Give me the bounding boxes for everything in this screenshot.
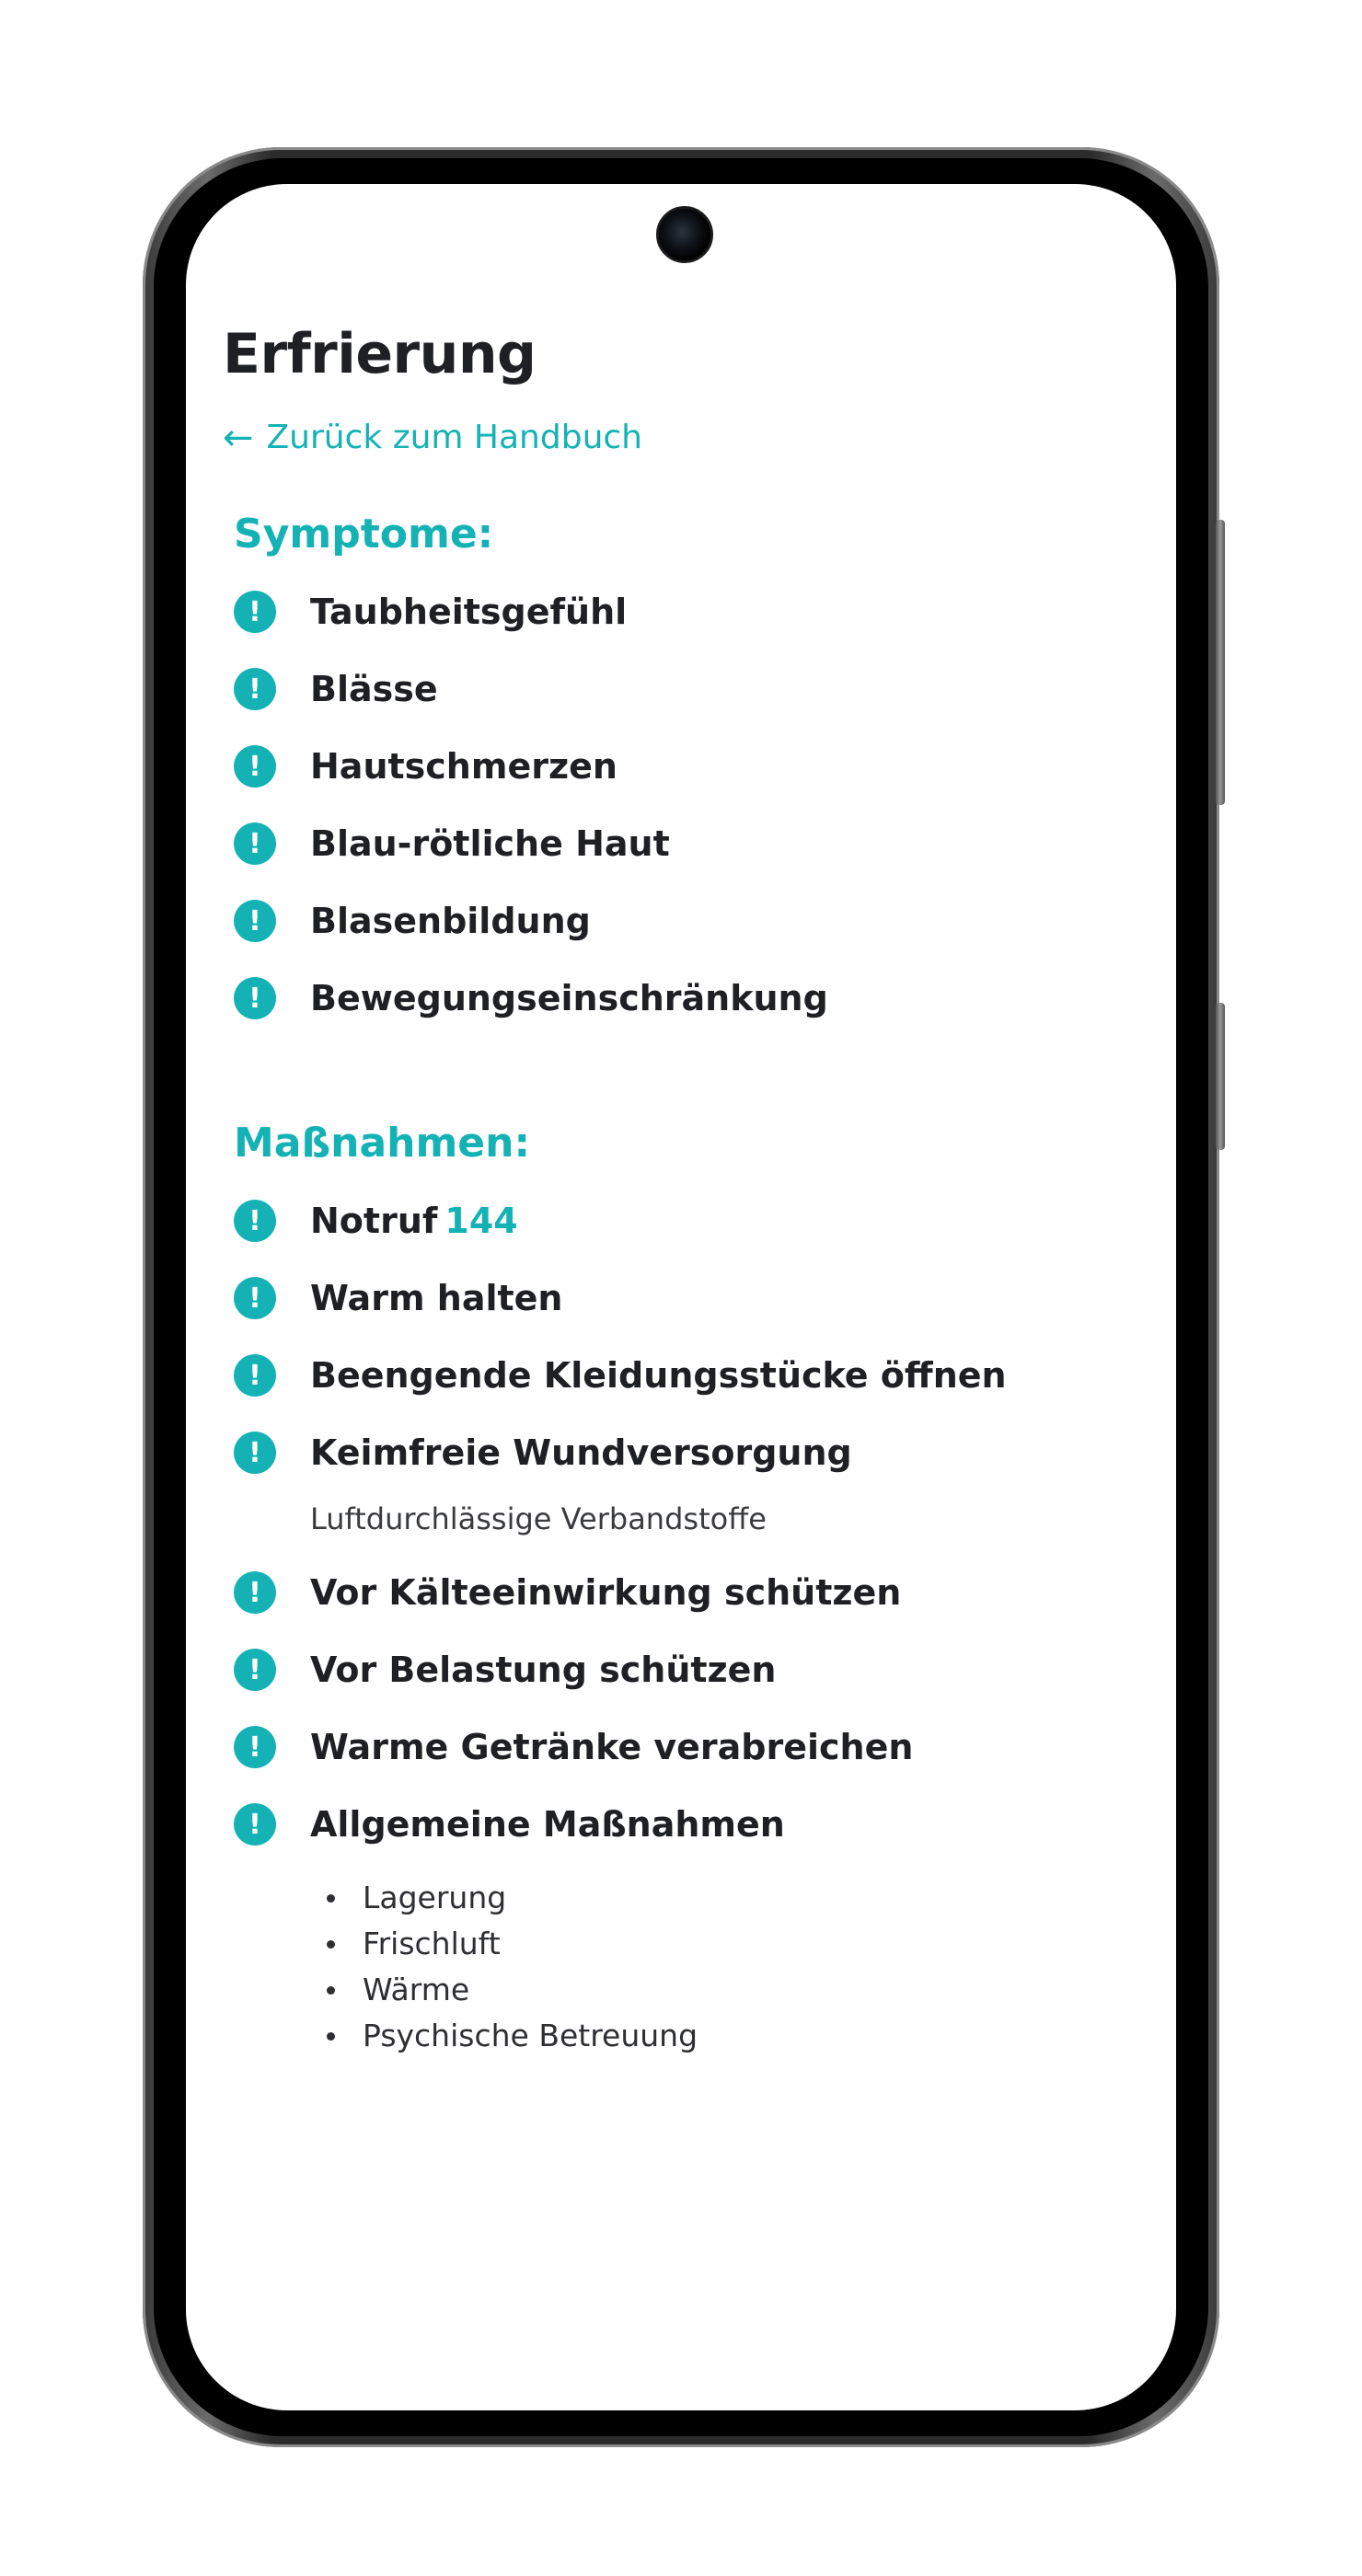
exclamation-circle-icon: ! [234,1432,276,1474]
measure-label: Vor Belastung schützen [310,1650,777,1690]
symptom-label: Blau-rötliche Haut [310,823,670,864]
measure-item: ! Warm halten [234,1271,562,1326]
symptom-item: ! Blässe [234,661,438,717]
measure-label: Beengende Kleidungsstücke öffnen [310,1355,1007,1396]
measure-note: Luftdurchlässige Verbandstoffe [310,1501,767,1536]
symptom-item: ! Blasenbildung [234,893,591,949]
back-to-handbook-link[interactable]: ← Zurück zum Handbuch [223,419,642,456]
exclamation-circle-icon: ! [234,745,276,788]
measure-label: Warme Getränke verabreichen [310,1727,914,1767]
exclamation-circle-icon: ! [234,1803,276,1846]
measure-label: Vor Kälteeinwirkung schützen [310,1572,902,1613]
list-item: Psychische Betreuung [310,2013,698,2059]
measure-item: ! Vor Kälteeinwirkung schützen [234,1565,901,1620]
exclamation-circle-icon: ! [234,668,276,710]
exclamation-circle-icon: ! [234,591,276,633]
arrow-left-icon: ← [223,416,254,459]
symptoms-heading: Symptome: [234,511,494,558]
symptom-item: ! Taubheitsgefühl [234,584,627,639]
measure-item: ! Warme Getränke verabreichen [234,1719,913,1775]
symptom-label: Hautschmerzen [310,746,618,787]
measure-label: Warm halten [310,1278,563,1318]
app-screen: Erfrierung ← Zurück zum Handbuch Symptom… [186,184,1176,2410]
exclamation-circle-icon: ! [234,977,276,1019]
measure-label-text: Notruf [310,1201,438,1241]
exclamation-circle-icon: ! [234,822,276,865]
list-item: Frischluft [310,1921,698,1967]
list-item: Wärme [310,1967,698,2013]
list-item: Lagerung [310,1875,698,1921]
exclamation-circle-icon: ! [234,1571,276,1614]
measure-label: Allgemeine Maßnahmen [310,1804,785,1845]
volume-button [1216,520,1225,805]
exclamation-circle-icon: ! [234,1200,276,1242]
page-title: Erfrierung [223,322,537,386]
exclamation-circle-icon: ! [234,1354,276,1397]
exclamation-circle-icon: ! [234,1277,276,1319]
symptom-label: Blasenbildung [310,901,591,941]
exclamation-circle-icon: ! [234,900,276,942]
measures-heading: Maßnahmen: [234,1120,531,1167]
symptom-item: ! Blau-rötliche Haut [234,816,670,871]
power-button [1216,1003,1225,1150]
front-camera [656,206,713,263]
measure-item: ! Notruf 144 [234,1193,518,1248]
measure-label: Notruf 144 [310,1201,518,1241]
general-measures-list: Lagerung Frischluft Wärme Psychische Bet… [310,1875,698,2059]
symptom-label: Taubheitsgefühl [310,592,628,632]
emergency-number[interactable]: 144 [444,1201,517,1241]
measure-label: Keimfreie Wundversorgung [310,1432,852,1473]
measure-item: ! Beengende Kleidungsstücke öffnen [234,1348,1007,1403]
symptom-label: Bewegungseinschränkung [310,978,828,1018]
symptom-item: ! Hautschmerzen [234,739,618,794]
exclamation-circle-icon: ! [234,1649,276,1691]
symptom-item: ! Bewegungseinschränkung [234,971,828,1026]
exclamation-circle-icon: ! [234,1726,276,1768]
measure-item: ! Allgemeine Maßnahmen [234,1797,785,1852]
back-link-label: Zurück zum Handbuch [266,419,642,456]
phone-frame: Erfrierung ← Zurück zum Handbuch Symptom… [143,147,1225,2447]
symptom-label: Blässe [310,669,438,709]
measure-item: ! Vor Belastung schützen [234,1642,777,1697]
measure-item: ! Keimfreie Wundversorgung [234,1425,852,1480]
